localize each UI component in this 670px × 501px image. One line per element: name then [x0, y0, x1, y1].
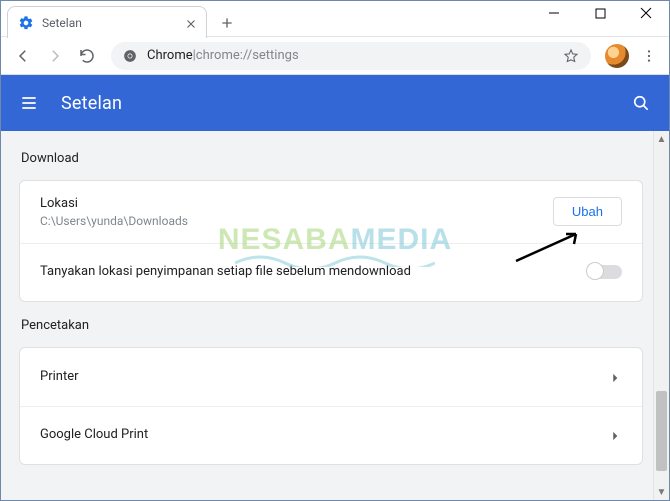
maximize-button[interactable] — [577, 1, 623, 25]
ask-before-download-toggle[interactable] — [588, 265, 622, 279]
profile-avatar[interactable] — [605, 44, 629, 68]
browser-tab[interactable]: Setelan — [7, 6, 207, 38]
chevron-right-icon — [608, 370, 622, 384]
toggle-knob — [586, 262, 604, 280]
download-location-text: Lokasi C:\Users\yunda\Downloads — [40, 195, 553, 229]
forward-button[interactable] — [40, 41, 70, 71]
window-close-button[interactable] — [623, 1, 669, 25]
printer-row[interactable]: Printer — [20, 348, 642, 406]
gear-icon — [18, 15, 34, 31]
printer-label: Printer — [40, 368, 608, 386]
hamburger-icon[interactable] — [19, 93, 39, 113]
window-titlebar: Setelan — [1, 1, 669, 37]
section-title-download: Download — [21, 151, 643, 166]
vertical-scrollbar[interactable]: ▲ ▼ — [653, 131, 669, 500]
omnibox-url: chrome://settings — [196, 48, 299, 63]
new-tab-button[interactable] — [213, 9, 241, 37]
section-title-printing: Pencetakan — [21, 318, 643, 333]
minimize-button[interactable] — [531, 1, 577, 25]
reload-button[interactable] — [72, 41, 102, 71]
bookmark-star-icon[interactable] — [563, 48, 579, 64]
chevron-right-icon — [608, 428, 622, 442]
cloud-print-label: Google Cloud Print — [40, 426, 608, 444]
address-bar[interactable]: Chrome | chrome://settings — [111, 42, 591, 70]
scroll-down-arrow-icon[interactable]: ▼ — [654, 484, 669, 500]
settings-header: Setelan — [1, 75, 669, 131]
download-location-value: C:\Users\yunda\Downloads — [40, 213, 553, 229]
ask-before-download-row: Tanyakan lokasi penyimpanan setiap file … — [20, 243, 642, 301]
download-location-label: Lokasi — [40, 195, 553, 213]
download-location-row: Lokasi C:\Users\yunda\Downloads Ubah — [20, 181, 642, 243]
close-icon[interactable] — [184, 16, 198, 30]
page-title: Setelan — [61, 93, 122, 114]
chrome-logo-icon — [123, 49, 137, 63]
omnibox-prefix: Chrome — [147, 48, 193, 63]
menu-button[interactable] — [635, 42, 663, 70]
change-location-button[interactable]: Ubah — [553, 197, 622, 226]
scrollbar-thumb[interactable] — [656, 391, 667, 471]
tab-strip: Setelan — [1, 1, 241, 37]
ask-before-download-label: Tanyakan lokasi penyimpanan setiap file … — [40, 263, 588, 281]
printing-card: Printer Google Cloud Print — [19, 347, 643, 465]
scroll-up-arrow-icon[interactable]: ▲ — [654, 131, 669, 147]
tab-title: Setelan — [42, 16, 176, 30]
cloud-print-row[interactable]: Google Cloud Print — [20, 406, 642, 464]
download-card: Lokasi C:\Users\yunda\Downloads Ubah Tan… — [19, 180, 643, 302]
back-button[interactable] — [8, 41, 38, 71]
search-icon[interactable] — [631, 93, 651, 113]
browser-toolbar: Chrome | chrome://settings — [1, 37, 669, 75]
settings-content: Download Lokasi C:\Users\yunda\Downloads… — [1, 131, 669, 500]
window-controls — [531, 1, 669, 25]
